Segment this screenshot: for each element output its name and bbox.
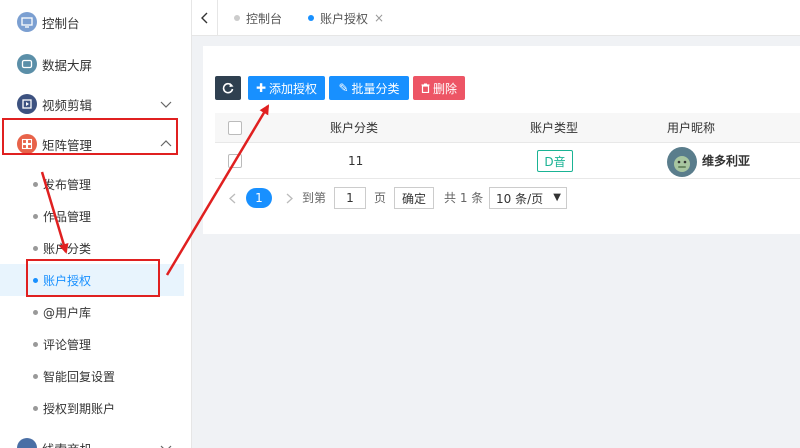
bullet-dot-icon xyxy=(33,213,38,219)
sidebar-item-data-screen[interactable]: 数据大屏 xyxy=(0,46,184,82)
header-nickname: 用户昵称 xyxy=(667,121,716,135)
pagination: 1 到第 1 页 确定 共 1 条 10 条/页 ▼ xyxy=(225,186,785,210)
page-size-select[interactable]: 10 条/页 ▼ xyxy=(489,187,567,209)
video-edit-icon xyxy=(17,94,37,114)
sidebar: 控制台 数据大屏 视频剪辑 矩阵管理 发布管理 作品管理 账户分类 账户授权 @… xyxy=(0,0,192,448)
sidebar-subitem-works[interactable]: 作品管理 xyxy=(0,200,184,232)
tab-console[interactable]: 控制台 xyxy=(234,6,282,30)
bullet-dot-icon xyxy=(33,181,38,187)
refresh-icon xyxy=(222,82,234,94)
sidebar-item-label: 视频剪辑 xyxy=(42,97,93,113)
sidebar-subitem-label: 授权到期账户 xyxy=(43,401,116,416)
sidebar-subitem-label: @用户库 xyxy=(43,305,92,320)
table-row: 11 D音 维多利亚 xyxy=(215,143,800,179)
tab-dot-icon xyxy=(308,15,314,21)
chevron-down-icon xyxy=(160,101,172,108)
sidebar-subitem-label: 智能回复设置 xyxy=(43,369,116,384)
chevron-left-icon xyxy=(228,193,235,203)
page-size-value: 10 条/页 xyxy=(496,191,544,206)
next-page-button[interactable] xyxy=(282,186,296,210)
sidebar-subitem-comments[interactable]: 评论管理 xyxy=(0,328,184,360)
add-auth-button[interactable]: ✚ 添加授权 xyxy=(248,76,325,100)
prev-page-button[interactable] xyxy=(225,186,239,210)
batch-category-label: 批量分类 xyxy=(351,81,400,96)
sidebar-item-console[interactable]: 控制台 xyxy=(0,4,184,40)
sidebar-subitem-publish[interactable]: 发布管理 xyxy=(0,168,184,200)
confirm-button[interactable]: 确定 xyxy=(394,187,434,209)
total-label: 共 1 条 xyxy=(444,191,484,205)
bullet-dot-icon xyxy=(33,405,38,411)
tab-dot-icon xyxy=(234,15,240,21)
sidebar-subitem-auto-reply[interactable]: 智能回复设置 xyxy=(0,360,184,392)
delete-label: 删除 xyxy=(432,81,457,96)
sidebar-item-label: 数据大屏 xyxy=(42,57,93,73)
goto-label: 到第 xyxy=(302,191,327,205)
screen-icon xyxy=(17,54,37,74)
close-icon[interactable]: × xyxy=(374,11,384,25)
sidebar-item-label: 控制台 xyxy=(42,15,80,31)
annotation-box-matrix xyxy=(2,118,178,155)
tab-label: 账户授权 xyxy=(320,11,369,26)
avatar xyxy=(667,147,697,177)
chevron-left-icon xyxy=(200,12,207,24)
tab-account-auth[interactable]: 账户授权 × xyxy=(308,6,384,30)
current-page-button[interactable]: 1 xyxy=(246,188,272,208)
bullet-dot-icon xyxy=(33,341,38,347)
leads-icon xyxy=(17,438,37,448)
caret-down-icon: ▼ xyxy=(553,192,561,203)
sidebar-subitem-expired-accounts[interactable]: 授权到期账户 xyxy=(0,392,184,424)
bullet-dot-icon xyxy=(33,373,38,379)
trash-icon xyxy=(421,83,430,93)
account-type-badge: D音 xyxy=(537,150,573,172)
content-panel: ✚ 添加授权 ✎ 批量分类 删除 账户分类 账户类型 用户昵称 11 D音 维多… xyxy=(203,46,800,234)
tab-bar: 控制台 账户授权 × xyxy=(192,0,800,36)
sidebar-subitem-label: 作品管理 xyxy=(43,209,92,224)
cell-nickname: 维多利亚 xyxy=(702,154,751,168)
cell-category: 11 xyxy=(348,154,364,168)
sidebar-item-label: 线索商机 xyxy=(42,439,92,448)
refresh-button[interactable] xyxy=(215,76,241,100)
monitor-icon xyxy=(17,12,37,32)
row-checkbox[interactable] xyxy=(228,154,242,168)
annotation-box-account-auth xyxy=(26,259,160,297)
page-input[interactable]: 1 xyxy=(334,187,366,209)
page-unit-label: 页 xyxy=(374,191,387,205)
edit-icon: ✎ xyxy=(338,81,349,95)
tab-label: 控制台 xyxy=(246,11,283,26)
delete-button[interactable]: 删除 xyxy=(413,76,465,100)
bullet-dot-icon xyxy=(33,309,38,315)
batch-category-button[interactable]: ✎ 批量分类 xyxy=(329,76,409,100)
sidebar-subitem-label: 账户分类 xyxy=(43,241,92,256)
header-account-type: 账户类型 xyxy=(530,121,579,135)
chevron-down-icon xyxy=(160,445,172,448)
plus-icon: ✚ xyxy=(255,81,267,95)
header-account-category: 账户分类 xyxy=(330,121,379,135)
add-auth-label: 添加授权 xyxy=(269,81,318,96)
select-all-checkbox[interactable] xyxy=(228,121,242,135)
sidebar-subitem-label: 发布管理 xyxy=(43,177,92,192)
bullet-dot-icon xyxy=(33,245,38,251)
sidebar-item-video-edit[interactable]: 视频剪辑 xyxy=(0,86,184,122)
table-header: 账户分类 账户类型 用户昵称 xyxy=(215,113,800,143)
chevron-right-icon xyxy=(286,193,293,203)
tab-scroll-left-button[interactable] xyxy=(192,0,218,36)
sidebar-subitem-user-library[interactable]: @用户库 xyxy=(0,296,184,328)
sidebar-item-leads[interactable]: 线索商机 xyxy=(0,430,184,448)
sidebar-subitem-label: 评论管理 xyxy=(43,337,92,352)
